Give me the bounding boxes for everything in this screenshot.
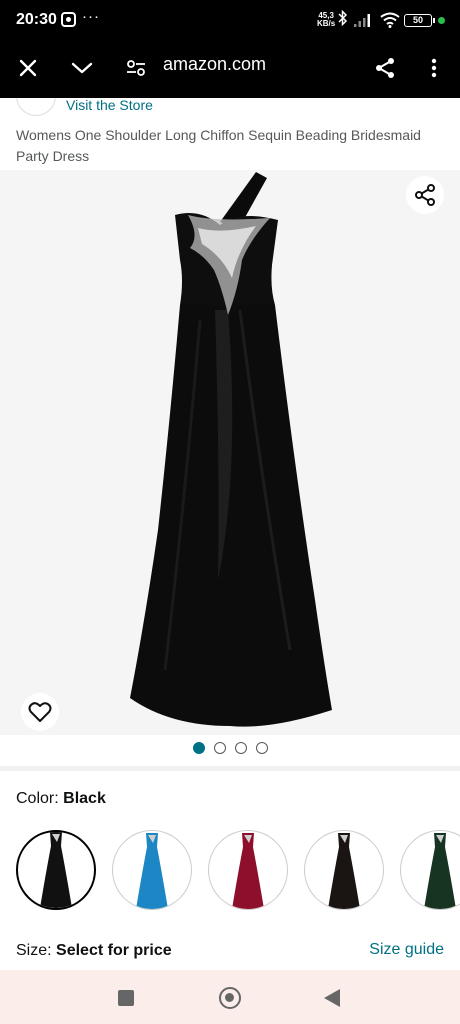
network-speed: 45,3 KB/s bbox=[317, 12, 335, 28]
signal-icon bbox=[354, 14, 374, 32]
size-guide-link[interactable]: Size guide bbox=[369, 941, 444, 959]
status-more: ··· bbox=[82, 8, 100, 25]
status-bar: 20:30 ··· 45,3 KB/s 50 bbox=[0, 0, 460, 40]
color-swatches bbox=[16, 830, 460, 910]
swatch-dress-thumbnail bbox=[232, 833, 264, 909]
color-swatch[interactable] bbox=[304, 830, 384, 910]
color-value: Black bbox=[63, 790, 106, 807]
bluetooth-icon bbox=[338, 9, 348, 30]
back-icon[interactable] bbox=[324, 989, 340, 1007]
battery-icon: 50 bbox=[404, 14, 435, 27]
swatch-dress-thumbnail bbox=[136, 833, 168, 909]
color-label: Color: Black bbox=[16, 790, 106, 808]
browser-toolbar: amazon.com bbox=[0, 40, 460, 98]
status-time: 20:30 bbox=[16, 11, 57, 28]
home-icon[interactable] bbox=[219, 987, 241, 1009]
image-pagination bbox=[0, 742, 460, 758]
store-logo[interactable] bbox=[16, 98, 56, 116]
color-swatch[interactable] bbox=[208, 830, 288, 910]
chevron-down-icon[interactable] bbox=[68, 54, 96, 82]
swatch-dress-thumbnail bbox=[424, 833, 456, 909]
color-swatch[interactable] bbox=[16, 830, 96, 910]
swatch-dress-thumbnail bbox=[328, 833, 360, 909]
product-image bbox=[130, 172, 332, 727]
close-icon[interactable] bbox=[14, 54, 42, 82]
size-value: Select for price bbox=[56, 942, 172, 959]
more-vert-icon[interactable] bbox=[420, 54, 448, 82]
pagination-dot[interactable] bbox=[234, 742, 247, 754]
visit-store-link[interactable]: Visit the Store bbox=[66, 98, 153, 113]
swatch-dress-thumbnail bbox=[40, 832, 72, 908]
system-nav-bar bbox=[0, 970, 460, 1024]
section-divider bbox=[0, 766, 460, 771]
share-icon[interactable] bbox=[371, 54, 399, 82]
wifi-icon bbox=[380, 12, 400, 33]
url-bar[interactable]: amazon.com bbox=[163, 54, 266, 75]
site-settings-icon[interactable] bbox=[122, 54, 150, 82]
size-label[interactable]: Size: Select for price bbox=[16, 942, 172, 960]
color-label-text: Color: bbox=[16, 790, 59, 807]
privacy-indicator-dot bbox=[438, 17, 445, 24]
size-label-text: Size: bbox=[16, 942, 52, 959]
product-image-gallery[interactable] bbox=[0, 170, 460, 735]
store-row: Visit the Store bbox=[0, 98, 460, 118]
pagination-dot[interactable] bbox=[192, 742, 205, 754]
pagination-dot[interactable] bbox=[213, 742, 226, 754]
heart-icon[interactable] bbox=[21, 693, 59, 731]
app-notification-icon bbox=[61, 12, 76, 27]
color-swatch[interactable] bbox=[400, 830, 460, 910]
color-swatch[interactable] bbox=[112, 830, 192, 910]
speed-unit: KB/s bbox=[317, 19, 336, 28]
image-share-icon[interactable] bbox=[406, 176, 444, 214]
pagination-dot[interactable] bbox=[255, 742, 268, 754]
product-title: Womens One Shoulder Long Chiffon Sequin … bbox=[16, 127, 421, 164]
recents-icon[interactable] bbox=[118, 990, 134, 1006]
